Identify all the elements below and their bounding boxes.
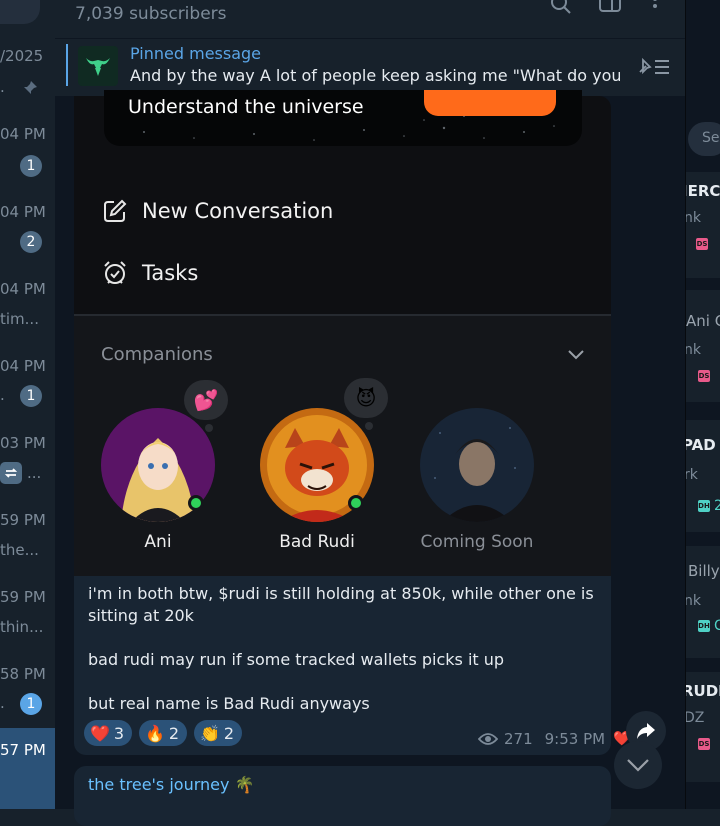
chat-snippet: . [0,78,5,96]
tag-value: C [714,618,720,634]
chat-snippet: the... [0,541,39,559]
search-placeholder: Sea [702,130,720,146]
reaction-count: 3 [113,723,125,743]
message-line: bad rudi may run if some tracked wallets… [88,650,505,669]
search-field[interactable]: Sea [688,122,720,156]
message-line: i'm in both btw, $rudi is still holding … [88,584,594,603]
item-sub: rk [685,467,698,483]
online-indicator [188,495,204,511]
heart-icon: ❤️ [90,723,110,743]
item-title: Billy [688,562,720,580]
pinned-thumbnail [78,46,118,86]
chat-snippet: . [0,386,5,404]
chevron-down-icon[interactable] [566,348,586,362]
sidebar-toggle-icon[interactable] [598,0,622,16]
chat-time: 04 PM [0,280,46,298]
chat-snippet: thin... [0,618,44,636]
tag-badge: DH [698,620,710,632]
view-count: 271 [504,730,533,748]
chat-list-top-item[interactable] [0,0,40,24]
item-title: Ani C [686,312,720,330]
pin-icon [24,81,37,94]
menu-new-conversation[interactable]: New Conversation [102,196,333,226]
coming-soon-portrait [420,408,534,522]
chat-snippet: . [0,694,5,712]
unread-badge: 1 [20,385,42,407]
bull-logo-icon [86,58,110,76]
reaction-count: 2 [168,723,180,743]
message-line: but real name is Bad Rudi anyways [88,694,370,713]
companion-name: Bad Rudi [279,532,355,552]
companions-label: Companions [101,344,213,365]
more-options-icon[interactable] [650,0,660,16]
chat-snippet: ... [27,464,42,482]
chat-time: 59 PM [0,588,46,606]
search-icon[interactable] [550,0,572,16]
pinned-title: Pinned message [130,44,262,63]
item-sub: nk [685,342,701,358]
chevron-down-icon [627,759,649,772]
online-indicator [348,495,364,511]
chat-time: 04 PM [0,203,46,221]
subscriber-count: 7,039 subscribers [75,4,227,24]
tag-badge: DS [696,238,708,250]
reaction-count: 2 [223,723,235,743]
message-time: 9:53 PM [544,730,606,748]
reaction-fire[interactable]: 🔥 2 [139,720,188,746]
companion-name: Coming Soon [420,532,534,552]
bubble-tail [365,422,373,430]
right-side-panel: Sea IERC nk DS Ani C nk DS PAD rk DH 2 B… [685,0,720,809]
menu-label: Tasks [142,261,199,285]
tag-badge: DS [698,370,710,382]
chat-time: /2025 [0,47,44,65]
chat-snippet: tim... [0,310,39,328]
edit-icon [104,199,127,222]
chat-time: 04 PM [0,357,46,375]
pinned-text: And by the way A lot of people keep aski… [130,66,620,85]
item-title: PAD [685,436,716,454]
unread-badge: 2 [20,231,42,253]
tag-value: 2 [714,498,720,514]
next-message-title: the tree's journey 🌴 [88,775,255,794]
eye-icon [478,733,498,745]
message-line: sitting at 20k [88,606,194,625]
chat-list: /2025 . 04 PM 1 04 PM 2 04 PM tim... 04 … [0,0,55,809]
item-sub: DZ [685,710,705,726]
chat-time: 04 PM [0,125,46,143]
item-sub: nk [685,210,701,226]
reaction-clap[interactable]: 👏 2 [194,720,243,746]
scroll-down-button[interactable] [614,741,662,789]
repost-icon [0,462,22,484]
alarm-icon [104,261,126,284]
chat-time: 59 PM [0,511,46,529]
item-title: RUDI [686,682,720,700]
forward-icon [637,723,655,739]
bad-rudi-emoji-bubble: 😈 [344,378,388,418]
menu-tasks[interactable]: Tasks [102,258,198,288]
chat-time: 58 PM [0,665,46,683]
item-sub: nk [685,593,701,609]
tag-badge: DH [698,500,710,512]
message-meta: 271 9:53 PM ❤️ [478,730,631,748]
menu-label: New Conversation [142,199,334,223]
chat-time: 03 PM [0,434,46,452]
ani-emoji-bubble: 💕 [184,380,228,420]
companion-avatar-coming-soon[interactable] [420,408,534,522]
companion-name: Ani [144,532,172,552]
tag-badge: DS [698,738,710,750]
upgrade-button[interactable] [424,90,556,116]
unpin-list-icon[interactable] [636,56,672,78]
fire-icon: 🔥 [145,723,165,743]
unread-badge: 1 [20,693,42,715]
reaction-heart[interactable]: ❤️ 3 [84,720,133,746]
unread-badge: 1 [20,155,42,177]
pinned-indicator [66,44,68,86]
clap-icon: 👏 [200,723,220,743]
item-title: IERC [685,182,720,200]
banner-text: Understand the universe [128,96,364,118]
bubble-tail [205,424,213,432]
chat-time: 57 PM [0,741,46,759]
